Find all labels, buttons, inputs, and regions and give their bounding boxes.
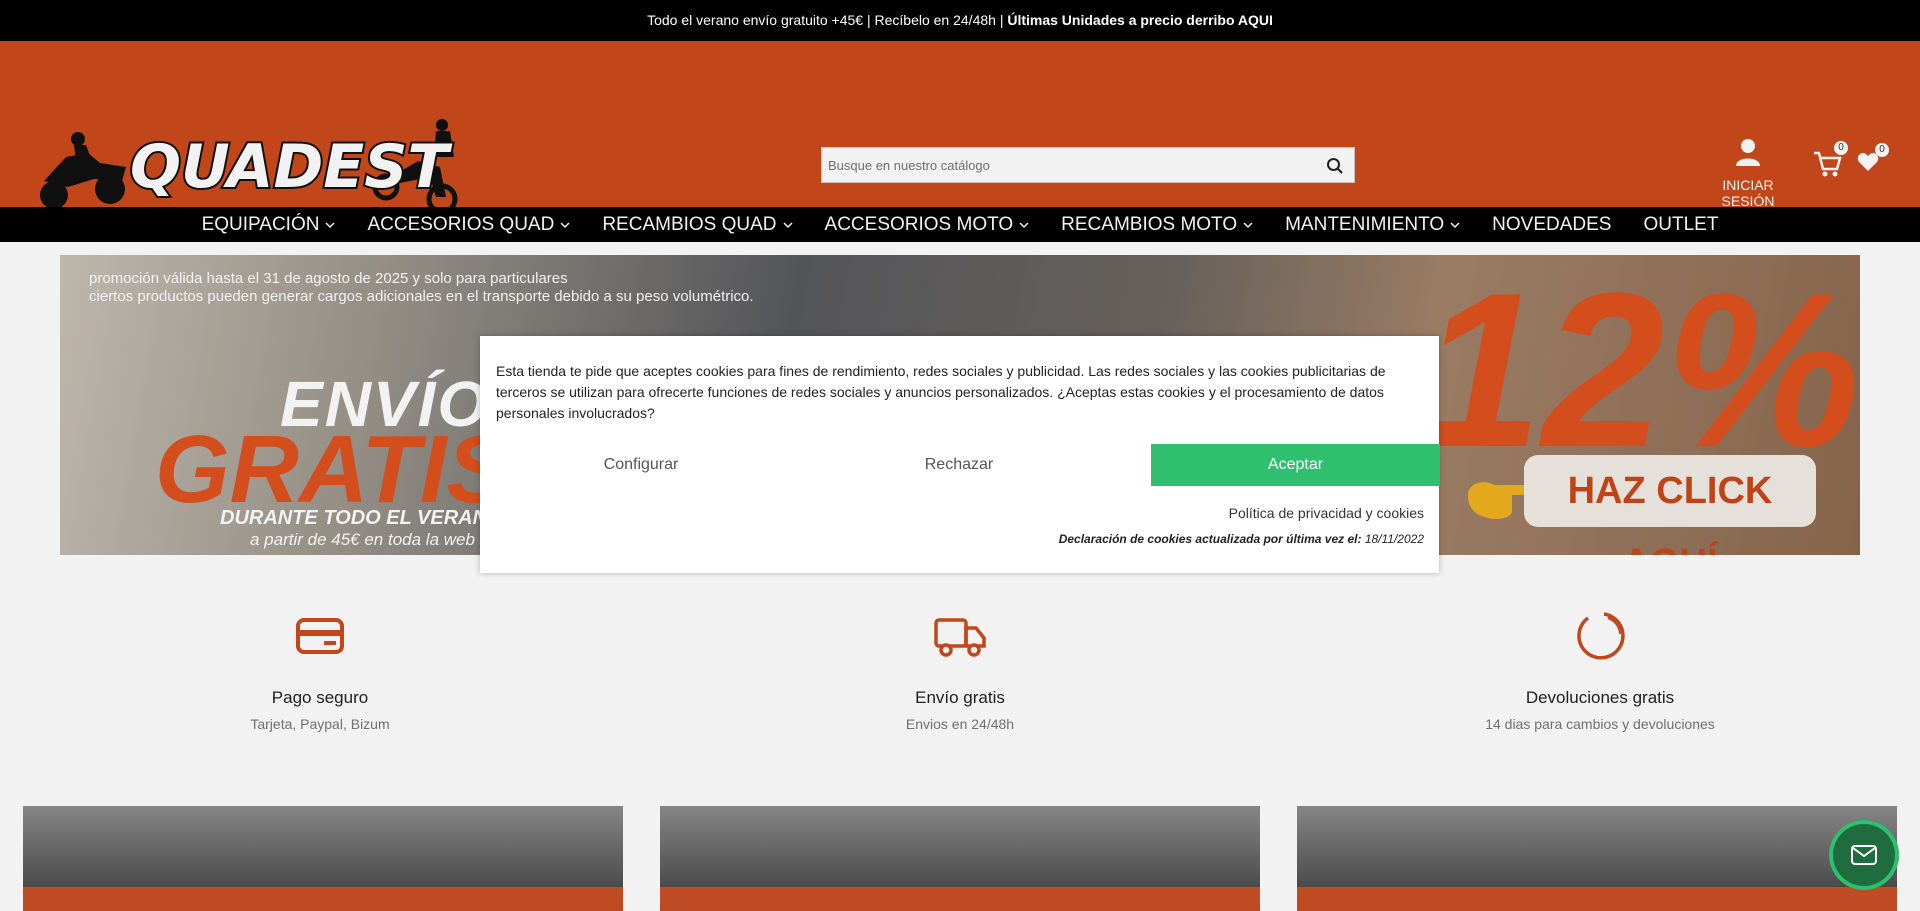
chat-button[interactable] [1829, 820, 1899, 890]
privacy-policy-link[interactable]: Política de privacidad y cookies [1229, 505, 1424, 521]
accept-button[interactable]: Aceptar [1151, 444, 1440, 486]
announcement-link[interactable]: Últimas Unidades a precio derribo AQUI [1007, 12, 1273, 28]
cookie-declaration-date: 18/11/2022 [1364, 532, 1424, 546]
cookie-message: Esta tienda te pide que aceptes cookies … [496, 363, 1386, 421]
announcement-bar[interactable]: Todo el verano envío gratuito +45€ | Rec… [0, 0, 1920, 41]
cookie-button-row: Configurar Rechazar Aceptar [496, 444, 1440, 486]
cookie-declaration-label: Declaración de cookies actualizada por ú… [1058, 532, 1362, 546]
reject-button[interactable]: Rechazar [814, 444, 1104, 486]
cookie-declaration: Declaración de cookies actualizada por ú… [1059, 532, 1424, 546]
announcement-text: Todo el verano envío gratuito +45€ | Rec… [647, 12, 1008, 28]
configure-button[interactable]: Configurar [496, 444, 786, 486]
cookie-consent-dialog: Esta tienda te pide que aceptes cookies … [480, 336, 1440, 573]
envelope-icon [1851, 845, 1877, 865]
